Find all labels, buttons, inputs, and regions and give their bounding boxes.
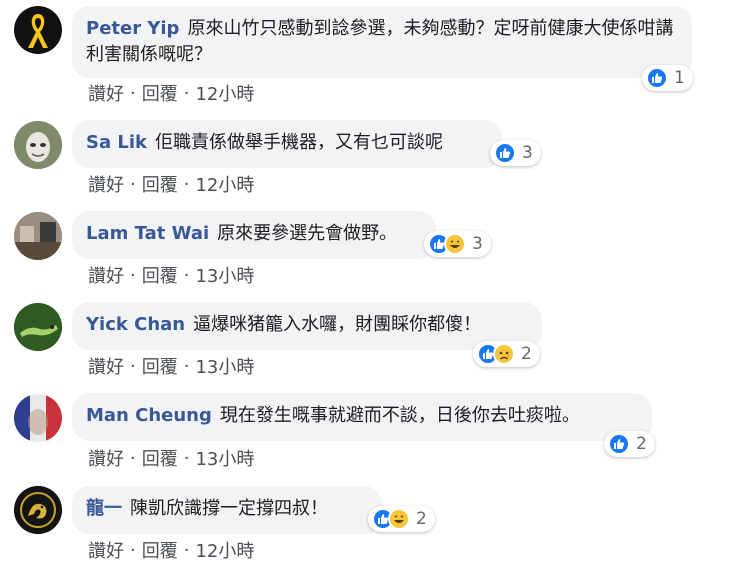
comment-bubble: Sa Lik 佢職責係做舉手機器，又有乜可談呢 <box>72 120 502 168</box>
sad-reaction-icon <box>493 343 515 365</box>
reaction-summary[interactable]: 2 <box>368 506 435 532</box>
separator: · <box>130 447 136 469</box>
reply-link[interactable]: 回覆 <box>142 537 178 563</box>
comment-text: 逼爆咪猪籠入水囉，財團睬你都傻！ <box>193 314 482 335</box>
comment-actions: 讚好 · 回覆 · 13小時 <box>88 262 254 288</box>
separator: · <box>183 539 190 561</box>
golden-dragon-icon <box>14 486 62 534</box>
reply-link[interactable]: 回覆 <box>142 353 178 379</box>
reaction-count: 1 <box>674 68 685 88</box>
comment-bubble: Man Cheung 現在發生嘅事就避而不談，日後你去吐痰啦。 <box>72 393 652 441</box>
comment-author[interactable]: Yick Chan <box>86 314 185 335</box>
avatar[interactable] <box>14 212 62 260</box>
reaction-count: 2 <box>416 509 427 529</box>
comment-actions: 讚好 · 回覆 · 13小時 <box>88 445 254 471</box>
separator: · <box>183 173 190 195</box>
separator: · <box>183 447 190 469</box>
reaction-count: 3 <box>522 143 533 163</box>
separator: · <box>183 355 190 377</box>
comment-author[interactable]: Peter Yip <box>86 18 179 39</box>
like-link[interactable]: 讚好 <box>88 353 124 379</box>
separator: · <box>130 355 136 377</box>
comment-text: 佢職責係做舉手機器，又有乜可談呢 <box>155 132 443 153</box>
comment-author[interactable]: Sa Lik <box>86 132 147 153</box>
like-reaction-icon <box>646 67 668 89</box>
reaction-count: 2 <box>521 344 532 364</box>
haha-reaction-icon <box>388 508 410 530</box>
comment-timestamp[interactable]: 13小時 <box>195 262 254 288</box>
avatar[interactable] <box>14 121 62 169</box>
comment-bubble: Peter Yip 原來山竹只感動到諗參選，未夠感動？定呀前健康大使係咁講利害關係… <box>72 6 692 78</box>
like-link[interactable]: 讚好 <box>88 80 124 106</box>
comment-text: 現在發生嘅事就避而不談，日後你去吐痰啦。 <box>219 405 580 426</box>
like-link[interactable]: 讚好 <box>88 537 124 563</box>
comment-author[interactable]: 龍一 <box>86 498 122 519</box>
reply-link[interactable]: 回覆 <box>142 445 178 471</box>
like-reaction-icon <box>608 433 630 455</box>
like-reaction-icon <box>494 142 516 164</box>
comment-actions: 讚好 · 回覆 · 12小時 <box>88 171 254 197</box>
avatar[interactable] <box>14 486 62 534</box>
comment-bubble: 龍一 陳凱欣識撐一定撐四叔！ <box>72 486 382 534</box>
reaction-summary[interactable]: 2 <box>473 341 540 367</box>
avatar[interactable] <box>14 6 62 54</box>
comment-text: 陳凱欣識撐一定撐四叔！ <box>130 498 328 519</box>
comment-author[interactable]: Man Cheung <box>86 405 212 426</box>
comment-timestamp[interactable]: 13小時 <box>195 353 254 379</box>
separator: · <box>183 82 190 104</box>
reply-link[interactable]: 回覆 <box>142 171 178 197</box>
reaction-count: 2 <box>636 434 647 454</box>
separator: · <box>130 264 136 286</box>
separator: · <box>130 539 136 561</box>
comment-actions: 讚好 · 回覆 · 12小時 <box>88 80 254 106</box>
mask-face-icon <box>14 121 62 169</box>
comment-timestamp[interactable]: 13小時 <box>195 445 254 471</box>
reply-link[interactable]: 回覆 <box>142 80 178 106</box>
comment-author[interactable]: Lam Tat Wai <box>86 223 209 244</box>
comment-timestamp[interactable]: 12小時 <box>195 80 254 106</box>
reaction-summary[interactable]: 1 <box>642 65 693 91</box>
reaction-summary[interactable]: 2 <box>604 431 655 457</box>
comment-timestamp[interactable]: 12小時 <box>195 171 254 197</box>
like-link[interactable]: 讚好 <box>88 445 124 471</box>
separator: · <box>130 82 136 104</box>
separator: · <box>183 264 190 286</box>
french-flag-icon <box>14 394 62 442</box>
haha-reaction-icon <box>444 233 466 255</box>
comment-bubble: Lam Tat Wai 原來要參選先會做野。 <box>72 211 436 259</box>
separator: · <box>130 173 136 195</box>
comment-actions: 讚好 · 回覆 · 13小時 <box>88 353 254 379</box>
avatar[interactable] <box>14 303 62 351</box>
green-lizard-icon <box>14 303 62 351</box>
comment-bubble: Yick Chan 逼爆咪猪籠入水囉，財團睬你都傻！ <box>72 302 542 350</box>
avatar[interactable] <box>14 394 62 442</box>
room-photo-icon <box>14 212 62 260</box>
comment-timestamp[interactable]: 12小時 <box>195 537 254 563</box>
reaction-summary[interactable]: 3 <box>424 231 491 257</box>
comment-text: 原來要參選先會做野。 <box>217 223 398 244</box>
comment-actions: 讚好 · 回覆 · 12小時 <box>88 537 254 563</box>
reaction-count: 3 <box>472 234 483 254</box>
reaction-summary[interactable]: 3 <box>490 140 541 166</box>
yellow-ribbon-icon <box>28 14 48 48</box>
like-link[interactable]: 讚好 <box>88 262 124 288</box>
like-link[interactable]: 讚好 <box>88 171 124 197</box>
reply-link[interactable]: 回覆 <box>142 262 178 288</box>
